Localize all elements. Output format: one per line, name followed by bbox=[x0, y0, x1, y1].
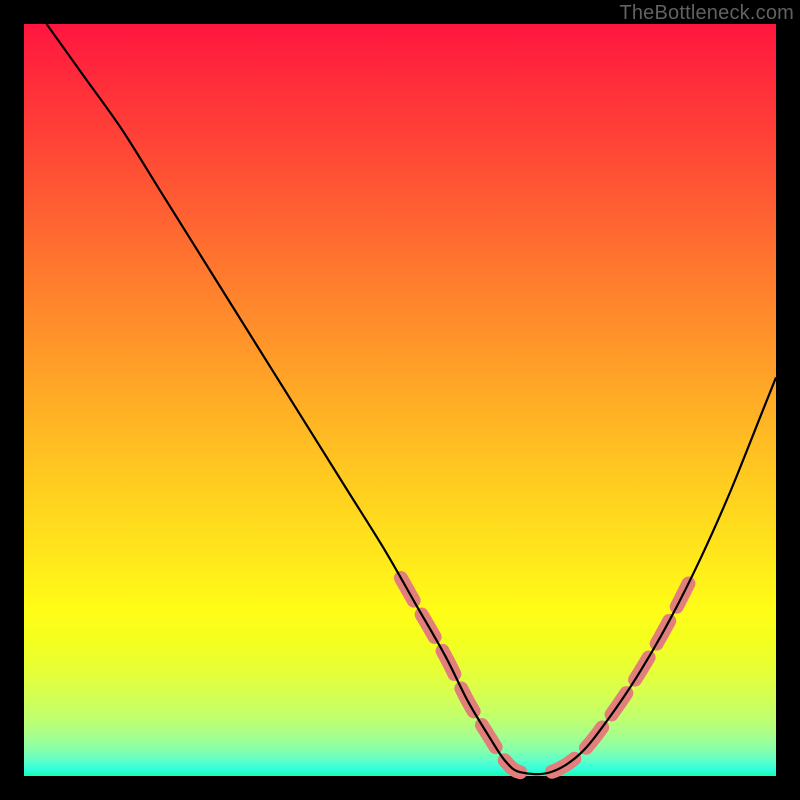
chart-frame: TheBottleneck.com bbox=[0, 0, 800, 800]
bottleneck-curve bbox=[47, 24, 776, 774]
highlight-dash-path bbox=[401, 578, 691, 772]
watermark-text: TheBottleneck.com bbox=[619, 2, 794, 25]
chart-svg bbox=[24, 24, 776, 776]
